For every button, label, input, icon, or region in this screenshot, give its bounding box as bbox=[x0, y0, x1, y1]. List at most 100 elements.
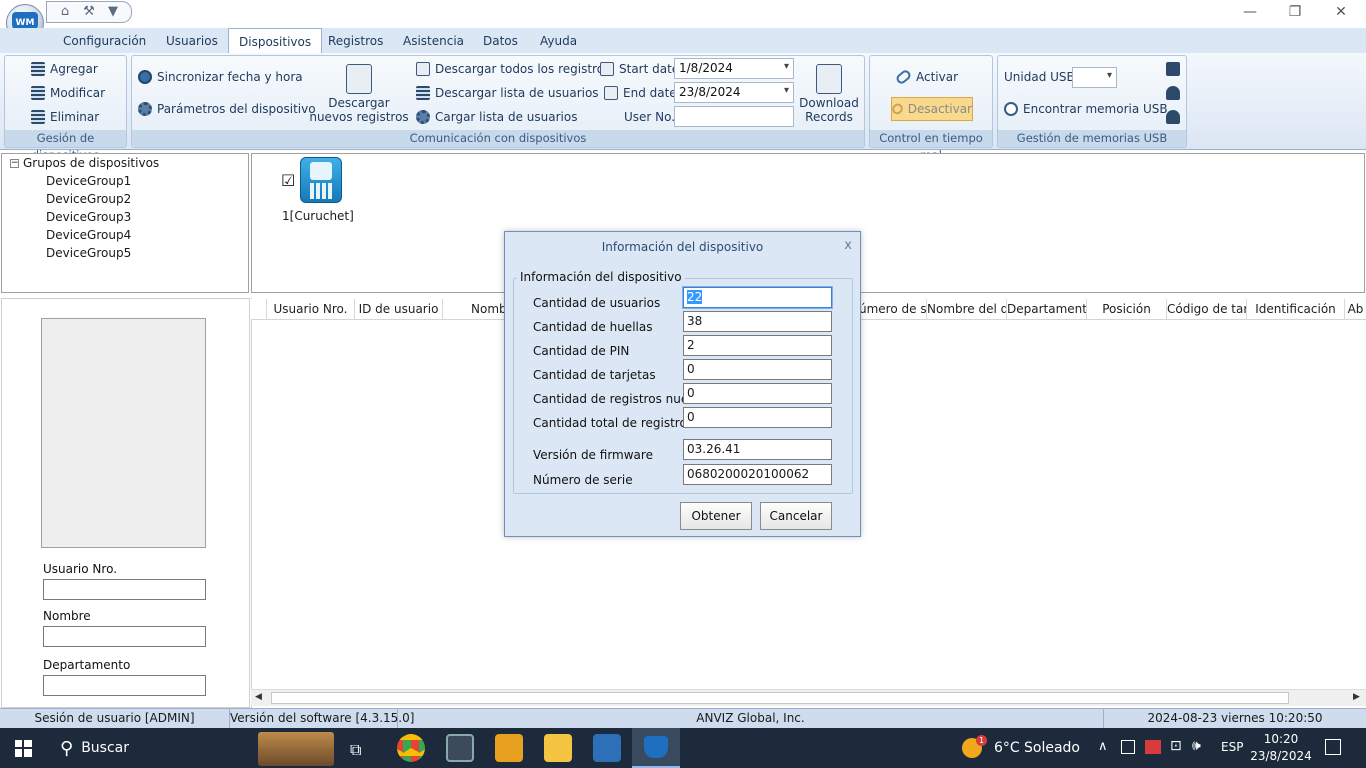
tray-security-icon[interactable] bbox=[1145, 740, 1161, 754]
device-params-button[interactable]: Parámetros del dispositivo bbox=[138, 102, 316, 116]
tree-root[interactable]: − Grupos de dispositivos bbox=[2, 154, 248, 172]
col-usuario-nro[interactable]: Usuario Nro. bbox=[267, 299, 355, 320]
find-usb-button[interactable]: Encontrar memoria USB bbox=[1004, 102, 1168, 116]
weather-temp[interactable]: 6°C bbox=[994, 740, 1020, 756]
user-no-field[interactable] bbox=[43, 579, 206, 600]
tab-dispositivos[interactable]: Dispositivos bbox=[228, 28, 323, 53]
tray-app-icon[interactable] bbox=[1121, 740, 1135, 754]
tree-item-devicegroup2[interactable]: DeviceGroup2 bbox=[2, 190, 248, 208]
chevron-up-icon[interactable]: ∧ bbox=[1098, 739, 1108, 754]
device-checkbox[interactable]: ☑ bbox=[281, 171, 295, 190]
notifications-icon[interactable] bbox=[1325, 739, 1341, 755]
fingerprint-count-label: Cantidad de huellas bbox=[533, 320, 653, 334]
serial-number-field[interactable]: 0680200020100062 bbox=[683, 464, 832, 485]
tree-item-devicegroup4[interactable]: DeviceGroup4 bbox=[2, 226, 248, 244]
user-count-field[interactable]: 22 bbox=[682, 286, 833, 309]
upload-user-list-button[interactable]: Cargar lista de usuarios bbox=[416, 110, 577, 124]
clock-time[interactable]: 10:20 bbox=[1250, 732, 1312, 746]
new-records-count-field[interactable]: 0 bbox=[683, 383, 832, 404]
file-explorer-icon[interactable] bbox=[544, 734, 572, 762]
firmware-version-field[interactable]: 03.26.41 bbox=[683, 439, 832, 460]
new-records-count-label: Cantidad de registros nuevos bbox=[533, 392, 683, 406]
taskbar-search[interactable]: ⚲ Buscar bbox=[48, 728, 250, 768]
user-count-label: Cantidad de usuarios bbox=[533, 296, 661, 310]
tab-asistencia[interactable]: Asistencia bbox=[393, 31, 474, 53]
datetime-status: 2024-08-23 viernes 10:20:50 bbox=[1147, 711, 1323, 725]
network-icon[interactable]: ⊡ bbox=[1170, 738, 1182, 754]
user-download-icon[interactable] bbox=[1166, 110, 1180, 124]
deactivate-button[interactable]: Desactivar bbox=[890, 97, 973, 121]
restore-button[interactable]: ❐ bbox=[1285, 4, 1305, 20]
col-departamento[interactable]: Departamento bbox=[1007, 299, 1087, 320]
pin-count-field[interactable]: 2 bbox=[683, 335, 832, 356]
clock-date[interactable]: 23/8/2024 bbox=[1250, 749, 1312, 763]
end-date-label: End date bbox=[604, 86, 677, 100]
tools-icon[interactable]: ⚒ bbox=[81, 5, 97, 19]
dropdown-arrow-icon[interactable]: ▼ bbox=[105, 5, 121, 19]
modify-device-button[interactable]: Modificar bbox=[31, 86, 105, 100]
download-all-records-button[interactable]: Descargar todos los registros bbox=[416, 62, 610, 76]
col-id-usuario[interactable]: ID de usuario bbox=[355, 299, 443, 320]
chrome-icon[interactable] bbox=[397, 734, 425, 762]
document-icon bbox=[346, 64, 372, 94]
scroll-right-icon[interactable]: ▶ bbox=[1353, 692, 1360, 702]
user-no-input[interactable] bbox=[674, 106, 794, 127]
obtener-button[interactable]: Obtener bbox=[680, 502, 752, 530]
download-records-button[interactable]: Download Records bbox=[796, 64, 862, 124]
close-button[interactable]: ✕ bbox=[1331, 4, 1351, 20]
fingerprint-count-field[interactable]: 38 bbox=[683, 311, 832, 332]
outlook-icon[interactable] bbox=[495, 734, 523, 762]
add-device-button[interactable]: Agregar bbox=[31, 62, 98, 76]
collapse-icon[interactable]: − bbox=[10, 158, 19, 168]
language-indicator[interactable]: ESP bbox=[1221, 740, 1243, 754]
tab-datos[interactable]: Datos bbox=[473, 31, 528, 53]
col-nombre-dispositivo[interactable]: Nombre del d bbox=[927, 299, 1007, 320]
group-label: Gesión de dispositivos bbox=[5, 130, 126, 162]
download-new-records-button[interactable]: Descargar nuevos registros bbox=[309, 64, 409, 124]
weather-badge: 1 bbox=[976, 735, 987, 746]
cancelar-button[interactable]: Cancelar bbox=[760, 502, 832, 530]
name-field[interactable] bbox=[43, 626, 206, 647]
device-name[interactable]: 1[Curuchet] bbox=[282, 209, 354, 223]
col-posicion[interactable]: Posición bbox=[1087, 299, 1167, 320]
minimize-button[interactable]: — bbox=[1240, 4, 1260, 20]
tab-usuarios[interactable]: Usuarios bbox=[156, 31, 228, 53]
volume-icon[interactable]: 🕪 bbox=[1192, 738, 1201, 754]
tab-ayuda[interactable]: Ayuda bbox=[530, 31, 587, 53]
dialog-close-button[interactable]: x bbox=[844, 238, 852, 253]
scroll-left-icon[interactable]: ◀ bbox=[255, 692, 262, 702]
unlink-icon bbox=[890, 101, 905, 117]
tree-item-devicegroup1[interactable]: DeviceGroup1 bbox=[2, 172, 248, 190]
activate-button[interactable]: Activar bbox=[894, 68, 958, 86]
col-identificacion[interactable]: Identificación bbox=[1247, 299, 1345, 320]
scrollbar-thumb[interactable] bbox=[271, 692, 1289, 704]
anviz-taskbar-button[interactable] bbox=[632, 728, 680, 768]
tab-configuracion[interactable]: Configuración bbox=[53, 31, 156, 53]
col-codigo-tarjeta[interactable]: Código de tar bbox=[1167, 299, 1247, 320]
group-device-communication: Sincronizar fecha y hora Parámetros del … bbox=[131, 55, 865, 148]
tree-item-devicegroup3[interactable]: DeviceGroup3 bbox=[2, 208, 248, 226]
network-app-icon[interactable] bbox=[593, 734, 621, 762]
department-field[interactable] bbox=[43, 675, 206, 696]
usb-drive-select[interactable] bbox=[1072, 67, 1117, 88]
weather-desc[interactable]: Soleado bbox=[1024, 740, 1080, 756]
col-numero-serie[interactable]: úmero de se bbox=[859, 299, 927, 320]
tree-item-devicegroup5[interactable]: DeviceGroup5 bbox=[2, 244, 248, 262]
tab-registros[interactable]: Registros bbox=[318, 31, 393, 53]
task-view-icon[interactable]: ⧉ bbox=[350, 740, 361, 760]
col-ab[interactable]: Ab bbox=[1345, 299, 1366, 320]
total-records-count-field[interactable]: 0 bbox=[683, 407, 832, 428]
end-date-picker[interactable]: 23/8/2024 bbox=[674, 82, 794, 103]
usb-export-icon[interactable] bbox=[1166, 62, 1180, 76]
sync-time-button[interactable]: Sincronizar fecha y hora bbox=[138, 70, 303, 84]
camera-app-icon[interactable] bbox=[446, 734, 474, 762]
start-date-picker[interactable]: 1/8/2024 bbox=[674, 58, 794, 79]
delete-device-button[interactable]: Eliminar bbox=[31, 110, 99, 124]
download-user-list-button[interactable]: Descargar lista de usuarios bbox=[416, 86, 599, 100]
user-upload-icon[interactable] bbox=[1166, 86, 1180, 100]
card-count-field[interactable]: 0 bbox=[683, 359, 832, 380]
horizontal-scrollbar[interactable]: ◀ ▶ bbox=[251, 689, 1366, 706]
device-terminal-icon[interactable] bbox=[300, 157, 342, 203]
windows-start-icon[interactable] bbox=[15, 740, 32, 757]
home-icon[interactable]: ⌂ bbox=[57, 5, 73, 19]
